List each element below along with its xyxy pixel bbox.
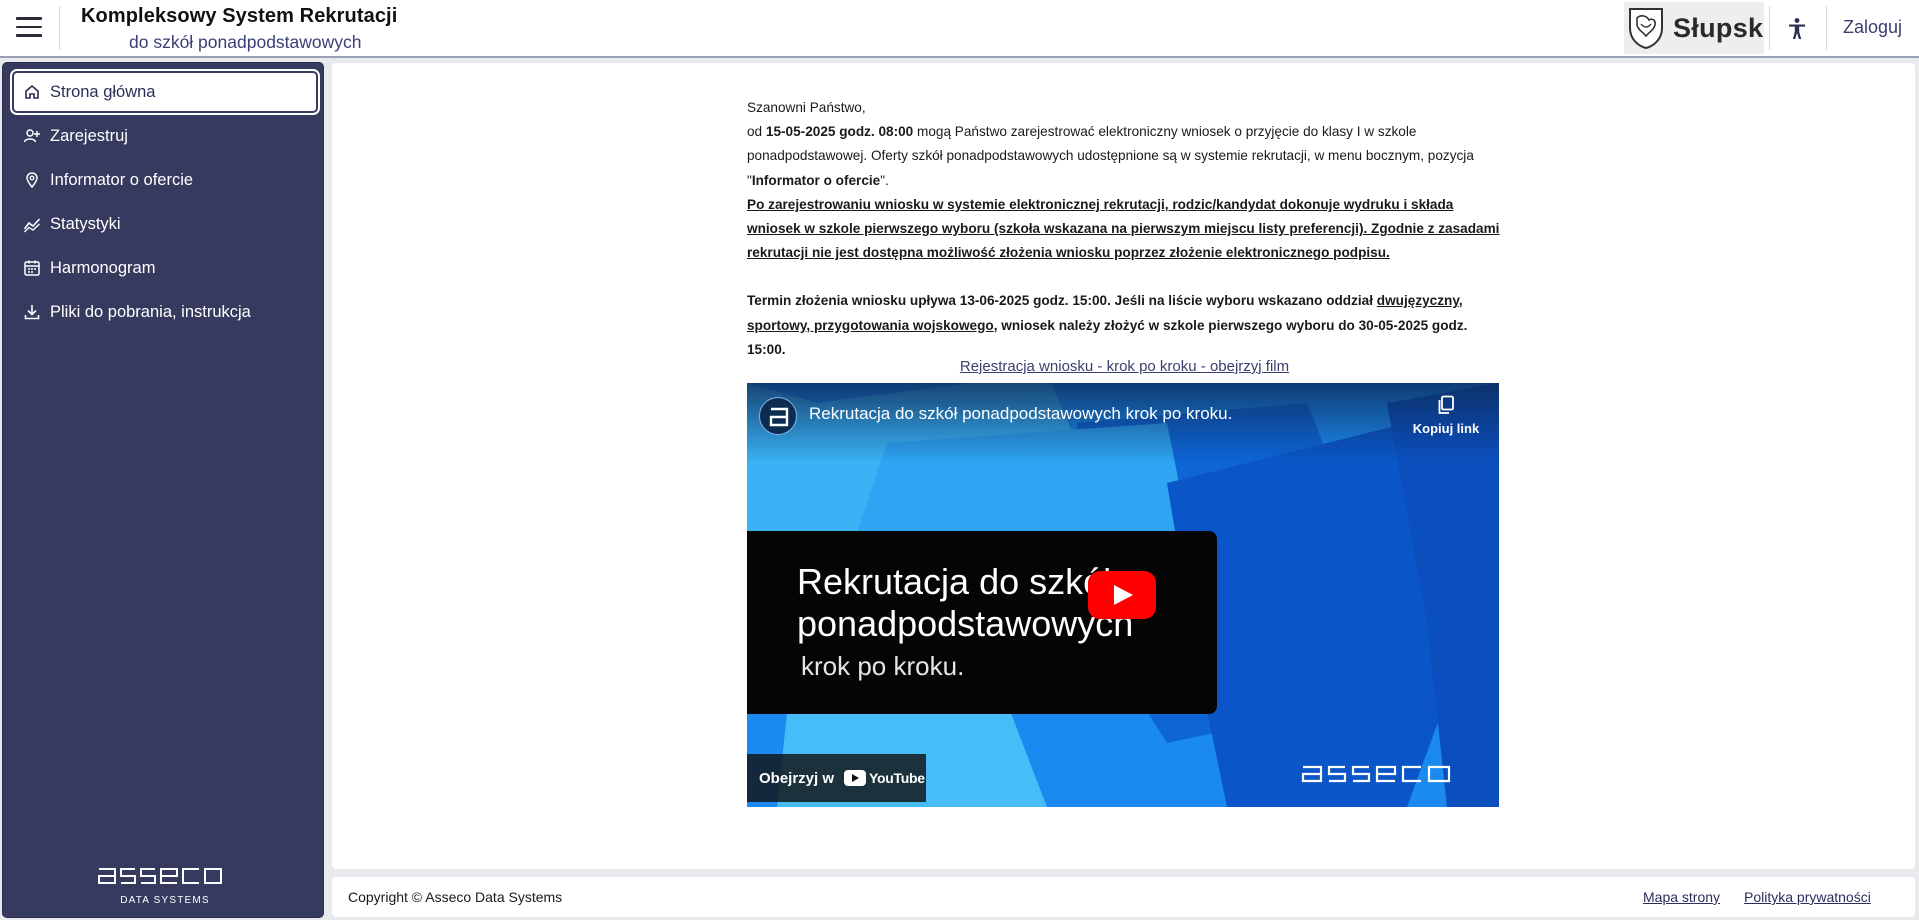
asseco-wordmark-icon: [98, 868, 222, 884]
accessibility-button[interactable]: [1782, 14, 1812, 44]
city-crest-icon: [1629, 8, 1663, 50]
announcement-paragraph-2: Po zarejestrowaniu wniosku w systemie el…: [747, 196, 1500, 261]
header-divider: [1826, 6, 1827, 50]
top-header: Kompleksowy System Rekrutacji do szkół p…: [0, 0, 1919, 58]
text-fragment: od: [747, 124, 766, 140]
announcement: Szanowni Państwo, od 15-05-2025 godz. 08…: [747, 96, 1502, 362]
copy-link-label: Kopiuj link: [1412, 421, 1480, 436]
sidebar-item-register[interactable]: Zarejestruj: [12, 115, 318, 157]
header-divider: [59, 6, 60, 50]
bilingual-link[interactable]: dwujęzyczny: [1377, 293, 1459, 308]
sidebar-item-label: Statystyki: [50, 214, 121, 233]
sidebar-item-home[interactable]: Strona główna: [10, 69, 320, 115]
stats-icon: [23, 218, 41, 233]
play-icon[interactable]: [1088, 571, 1156, 619]
copy-link-button[interactable]: Kopiuj link: [1411, 395, 1481, 436]
thumbnail-title-line1: Rekrutacja do szkół: [797, 561, 1112, 602]
offer-info-reference: Informator o ofercie: [751, 172, 881, 188]
calendar-icon: [24, 260, 40, 276]
sidebar-item-label: Harmonogram: [50, 258, 156, 277]
city-name: Słupsk: [1673, 12, 1764, 43]
greeting: Szanowni Państwo,: [747, 100, 866, 115]
channel-avatar[interactable]: [759, 397, 797, 435]
download-icon: [24, 305, 40, 320]
sidebar-item-label: Informator o ofercie: [50, 170, 194, 189]
thumbnail-title-line3: krok po kroku.: [801, 651, 965, 681]
sidebar-item-downloads[interactable]: Pliki do pobrania, instrukcja: [12, 291, 318, 333]
registration-film-link[interactable]: Rejestracja wniosku - krok po kroku - ob…: [747, 358, 1502, 375]
channel-logo-icon: [769, 407, 789, 427]
watch-on-youtube-button[interactable]: Obejrzyj w YouTube: [747, 754, 926, 802]
sidebar-item-label: Pliki do pobrania, instrukcja: [50, 302, 251, 321]
sidebar-item-label: Strona główna: [50, 82, 156, 101]
header-divider: [1769, 6, 1770, 50]
copyright-text: Copyright © Asseco Data Systems: [348, 889, 563, 905]
main-content: Szanowni Państwo, od 15-05-2025 godz. 08…: [332, 63, 1915, 869]
sitemap-link[interactable]: Mapa strony: [1643, 889, 1720, 905]
privacy-policy-link[interactable]: Polityka prywatności: [1744, 889, 1871, 905]
sidebar: Strona główna Zarejestruj Informator o o…: [2, 62, 324, 918]
copy-icon: [1438, 395, 1454, 414]
announcement-paragraph-1: od 15-05-2025 godz. 08:00 mogą Państwo z…: [747, 120, 1502, 193]
asseco-logo: DATA SYSTEMS: [95, 865, 235, 906]
login-button[interactable]: Zaloguj: [1843, 17, 1902, 38]
youtube-play-icon: [844, 770, 867, 786]
sidebar-item-schedule[interactable]: Harmonogram: [12, 247, 318, 289]
menu-icon[interactable]: [16, 17, 42, 39]
sidebar-item-label: Zarejestruj: [50, 126, 128, 145]
city-logo[interactable]: Słupsk: [1624, 2, 1764, 54]
footer: Copyright © Asseco Data Systems Mapa str…: [332, 877, 1915, 917]
watch-on-label: Obejrzyj w: [759, 769, 835, 787]
announcement-paragraph-3: Termin złożenia wniosku upływa 13-06-202…: [747, 289, 1502, 362]
video-thumbnail-card: Rekrutacja do szkół ponadpodstawowych kr…: [747, 531, 1217, 714]
sports-military-link[interactable]: sportowy, przygotowania wojskowego: [747, 318, 994, 333]
text-fragment: Termin złożenia wniosku upływa 13-06-202…: [747, 293, 1377, 309]
home-icon: [25, 84, 39, 99]
app-subtitle: do szkół ponadpodstawowych: [129, 32, 362, 52]
video-player[interactable]: Rekrutacja do szkół ponadpodstawowych kr…: [747, 383, 1499, 807]
user-plus-icon: [23, 129, 40, 143]
thumbnail-title-line2: ponadpodstawowych: [797, 603, 1134, 644]
asseco-video-logo-icon: [1301, 765, 1451, 783]
map-pin-icon: [26, 172, 38, 189]
accessibility-icon: [1789, 18, 1805, 39]
registration-start-date: 15-05-2025 godz. 08:00: [765, 124, 914, 140]
asseco-logo-subtitle: DATA SYSTEMS: [120, 895, 210, 906]
app-title: Kompleksowy System Rekrutacji: [81, 5, 398, 27]
text-fragment: ".: [880, 172, 889, 188]
text-fragment: ,: [1458, 293, 1463, 309]
youtube-label: YouTube: [869, 770, 925, 786]
sidebar-item-statistics[interactable]: Statystyki: [12, 203, 318, 245]
video-title[interactable]: Rekrutacja do szkół ponadpodstawowych kr…: [809, 404, 1232, 424]
youtube-logo: YouTube: [844, 770, 925, 786]
sidebar-item-offer-info[interactable]: Informator o ofercie: [12, 159, 318, 201]
